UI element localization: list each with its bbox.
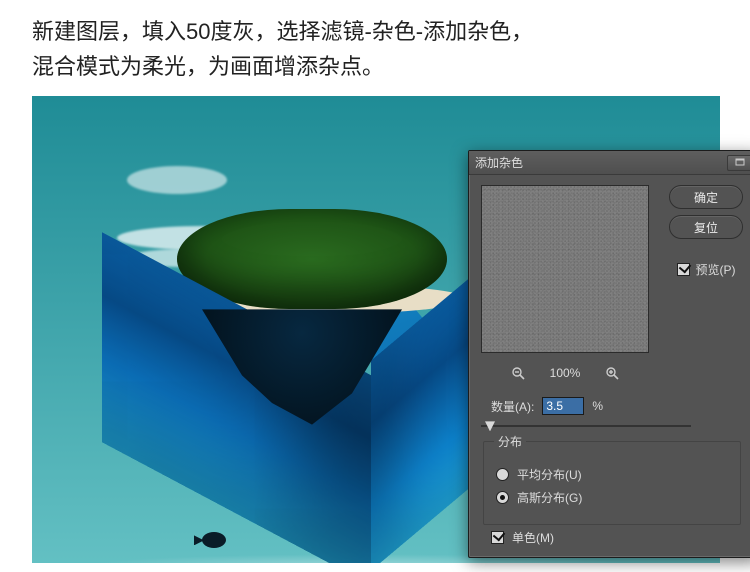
- amount-row: 数量(A): %: [491, 397, 603, 415]
- gaussian-radio-label: 高斯分布(G): [517, 489, 582, 506]
- monochrome-label: 单色(M): [512, 529, 554, 546]
- zoom-out-button[interactable]: [510, 365, 526, 381]
- preview-checkbox[interactable]: [677, 263, 690, 276]
- monochrome-checkbox[interactable]: [491, 531, 504, 544]
- instruction-line2: 混合模式为柔光，为画面增添杂点。: [32, 49, 718, 84]
- dialog-right-column: 确定 复位 预览(P): [663, 185, 749, 278]
- instruction-line1: 新建图层，填入50度灰，选择滤镜-杂色-添加杂色，: [32, 14, 718, 49]
- zoom-out-icon: [511, 366, 525, 380]
- zoom-in-icon: [605, 366, 619, 380]
- gaussian-radio[interactable]: [496, 491, 509, 504]
- amount-label: 数量(A):: [491, 398, 534, 415]
- amount-slider[interactable]: [481, 419, 691, 433]
- zoom-in-button[interactable]: [604, 365, 620, 381]
- cancel-button[interactable]: 复位: [669, 215, 743, 239]
- monochrome-row[interactable]: 单色(M): [491, 529, 554, 546]
- dialog-body: 100% 确定 复位 预览(P): [469, 175, 750, 557]
- ocean-cube: [82, 214, 482, 544]
- amount-unit: %: [592, 399, 603, 413]
- dialog-close-button[interactable]: [727, 155, 750, 171]
- preview-checkbox-label: 预览(P): [696, 261, 736, 278]
- close-icon: [735, 158, 745, 168]
- dialog-titlebar[interactable]: 添加杂色: [469, 151, 750, 175]
- uniform-radio[interactable]: [496, 468, 509, 481]
- preview-checkbox-row[interactable]: 预览(P): [677, 261, 736, 278]
- uniform-radio-row[interactable]: 平均分布(U): [496, 466, 728, 483]
- add-noise-dialog: 添加杂色 100%: [468, 150, 750, 558]
- distribution-group-label: 分布: [494, 433, 526, 450]
- amount-input[interactable]: [542, 397, 584, 415]
- gaussian-radio-row[interactable]: 高斯分布(G): [496, 489, 728, 506]
- noise-preview[interactable]: [481, 185, 649, 353]
- instruction-text: 新建图层，填入50度灰，选择滤镜-杂色-添加杂色， 混合模式为柔光，为画面增添杂…: [0, 0, 750, 96]
- zoom-percentage: 100%: [550, 366, 581, 380]
- dialog-title: 添加杂色: [475, 154, 523, 171]
- screenshot-stage: PS 爱好者 www.psahz.com 添加杂色: [32, 96, 720, 563]
- ok-button[interactable]: 确定: [669, 185, 743, 209]
- uniform-radio-label: 平均分布(U): [517, 466, 582, 483]
- zoom-controls: 100%: [481, 361, 649, 385]
- distribution-group: 分布 平均分布(U) 高斯分布(G): [483, 441, 741, 525]
- noise-preview-image: [482, 186, 648, 352]
- slider-track: [481, 425, 691, 427]
